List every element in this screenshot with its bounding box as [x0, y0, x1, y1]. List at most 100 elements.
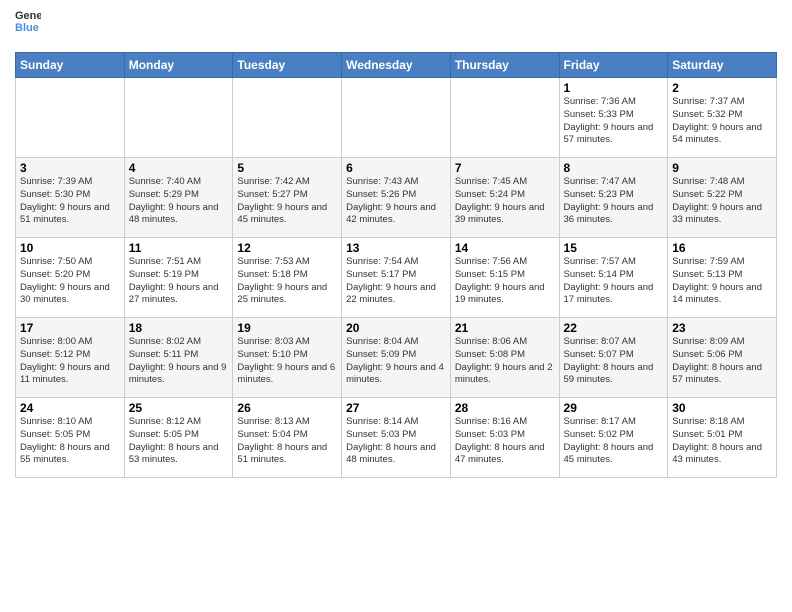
calendar: SundayMondayTuesdayWednesdayThursdayFrid… — [15, 52, 777, 478]
day-number: 24 — [20, 401, 120, 415]
weekday-header-thursday: Thursday — [450, 53, 559, 78]
weekday-header-wednesday: Wednesday — [342, 53, 451, 78]
day-cell: 10Sunrise: 7:50 AM Sunset: 5:20 PM Dayli… — [16, 238, 125, 318]
day-cell: 27Sunrise: 8:14 AM Sunset: 5:03 PM Dayli… — [342, 398, 451, 478]
day-info: Sunrise: 8:12 AM Sunset: 5:05 PM Dayligh… — [129, 416, 229, 467]
day-number: 6 — [346, 161, 446, 175]
day-cell: 23Sunrise: 8:09 AM Sunset: 5:06 PM Dayli… — [668, 318, 777, 398]
day-number: 4 — [129, 161, 229, 175]
page: General Blue SundayMondayTuesdayWednesda… — [0, 0, 792, 612]
week-row-1: 1Sunrise: 7:36 AM Sunset: 5:33 PM Daylig… — [16, 78, 777, 158]
day-number: 14 — [455, 241, 555, 255]
day-info: Sunrise: 7:42 AM Sunset: 5:27 PM Dayligh… — [237, 176, 337, 227]
day-cell: 9Sunrise: 7:48 AM Sunset: 5:22 PM Daylig… — [668, 158, 777, 238]
day-number: 28 — [455, 401, 555, 415]
day-number: 22 — [564, 321, 664, 335]
day-cell — [124, 78, 233, 158]
day-cell — [342, 78, 451, 158]
day-info: Sunrise: 7:40 AM Sunset: 5:29 PM Dayligh… — [129, 176, 229, 227]
day-number: 1 — [564, 81, 664, 95]
day-cell: 5Sunrise: 7:42 AM Sunset: 5:27 PM Daylig… — [233, 158, 342, 238]
day-cell: 22Sunrise: 8:07 AM Sunset: 5:07 PM Dayli… — [559, 318, 668, 398]
logo-icon: General Blue — [15, 10, 41, 46]
day-number: 12 — [237, 241, 337, 255]
day-info: Sunrise: 7:36 AM Sunset: 5:33 PM Dayligh… — [564, 96, 664, 147]
day-number: 15 — [564, 241, 664, 255]
day-info: Sunrise: 8:02 AM Sunset: 5:11 PM Dayligh… — [129, 336, 229, 387]
day-number: 3 — [20, 161, 120, 175]
day-number: 23 — [672, 321, 772, 335]
day-cell: 18Sunrise: 8:02 AM Sunset: 5:11 PM Dayli… — [124, 318, 233, 398]
day-cell — [233, 78, 342, 158]
day-info: Sunrise: 7:51 AM Sunset: 5:19 PM Dayligh… — [129, 256, 229, 307]
day-info: Sunrise: 7:54 AM Sunset: 5:17 PM Dayligh… — [346, 256, 446, 307]
day-info: Sunrise: 7:43 AM Sunset: 5:26 PM Dayligh… — [346, 176, 446, 227]
day-info: Sunrise: 8:04 AM Sunset: 5:09 PM Dayligh… — [346, 336, 446, 387]
day-cell: 30Sunrise: 8:18 AM Sunset: 5:01 PM Dayli… — [668, 398, 777, 478]
week-row-5: 24Sunrise: 8:10 AM Sunset: 5:05 PM Dayli… — [16, 398, 777, 478]
day-info: Sunrise: 8:16 AM Sunset: 5:03 PM Dayligh… — [455, 416, 555, 467]
day-info: Sunrise: 8:07 AM Sunset: 5:07 PM Dayligh… — [564, 336, 664, 387]
day-number: 11 — [129, 241, 229, 255]
day-cell: 24Sunrise: 8:10 AM Sunset: 5:05 PM Dayli… — [16, 398, 125, 478]
day-number: 25 — [129, 401, 229, 415]
logo: General Blue — [15, 10, 41, 46]
day-cell: 6Sunrise: 7:43 AM Sunset: 5:26 PM Daylig… — [342, 158, 451, 238]
day-number: 13 — [346, 241, 446, 255]
day-info: Sunrise: 8:14 AM Sunset: 5:03 PM Dayligh… — [346, 416, 446, 467]
day-number: 8 — [564, 161, 664, 175]
day-number: 21 — [455, 321, 555, 335]
weekday-header-sunday: Sunday — [16, 53, 125, 78]
day-cell: 20Sunrise: 8:04 AM Sunset: 5:09 PM Dayli… — [342, 318, 451, 398]
day-cell — [16, 78, 125, 158]
day-cell — [450, 78, 559, 158]
day-cell: 1Sunrise: 7:36 AM Sunset: 5:33 PM Daylig… — [559, 78, 668, 158]
day-cell: 7Sunrise: 7:45 AM Sunset: 5:24 PM Daylig… — [450, 158, 559, 238]
logo-wordmark: General Blue — [15, 10, 41, 46]
day-info: Sunrise: 8:17 AM Sunset: 5:02 PM Dayligh… — [564, 416, 664, 467]
day-info: Sunrise: 8:03 AM Sunset: 5:10 PM Dayligh… — [237, 336, 337, 387]
day-cell: 11Sunrise: 7:51 AM Sunset: 5:19 PM Dayli… — [124, 238, 233, 318]
day-info: Sunrise: 8:13 AM Sunset: 5:04 PM Dayligh… — [237, 416, 337, 467]
day-cell: 13Sunrise: 7:54 AM Sunset: 5:17 PM Dayli… — [342, 238, 451, 318]
day-number: 30 — [672, 401, 772, 415]
day-cell: 28Sunrise: 8:16 AM Sunset: 5:03 PM Dayli… — [450, 398, 559, 478]
day-number: 5 — [237, 161, 337, 175]
weekday-header-saturday: Saturday — [668, 53, 777, 78]
day-cell: 4Sunrise: 7:40 AM Sunset: 5:29 PM Daylig… — [124, 158, 233, 238]
day-cell: 3Sunrise: 7:39 AM Sunset: 5:30 PM Daylig… — [16, 158, 125, 238]
day-number: 9 — [672, 161, 772, 175]
day-info: Sunrise: 8:18 AM Sunset: 5:01 PM Dayligh… — [672, 416, 772, 467]
day-info: Sunrise: 7:53 AM Sunset: 5:18 PM Dayligh… — [237, 256, 337, 307]
day-info: Sunrise: 7:57 AM Sunset: 5:14 PM Dayligh… — [564, 256, 664, 307]
day-cell: 26Sunrise: 8:13 AM Sunset: 5:04 PM Dayli… — [233, 398, 342, 478]
day-number: 29 — [564, 401, 664, 415]
day-info: Sunrise: 8:06 AM Sunset: 5:08 PM Dayligh… — [455, 336, 555, 387]
day-number: 17 — [20, 321, 120, 335]
week-row-4: 17Sunrise: 8:00 AM Sunset: 5:12 PM Dayli… — [16, 318, 777, 398]
day-info: Sunrise: 7:37 AM Sunset: 5:32 PM Dayligh… — [672, 96, 772, 147]
day-number: 7 — [455, 161, 555, 175]
day-number: 19 — [237, 321, 337, 335]
day-number: 26 — [237, 401, 337, 415]
weekday-header-tuesday: Tuesday — [233, 53, 342, 78]
day-number: 27 — [346, 401, 446, 415]
week-row-3: 10Sunrise: 7:50 AM Sunset: 5:20 PM Dayli… — [16, 238, 777, 318]
header: General Blue — [15, 10, 777, 46]
day-number: 20 — [346, 321, 446, 335]
day-info: Sunrise: 7:39 AM Sunset: 5:30 PM Dayligh… — [20, 176, 120, 227]
day-cell: 16Sunrise: 7:59 AM Sunset: 5:13 PM Dayli… — [668, 238, 777, 318]
day-cell: 15Sunrise: 7:57 AM Sunset: 5:14 PM Dayli… — [559, 238, 668, 318]
day-cell: 29Sunrise: 8:17 AM Sunset: 5:02 PM Dayli… — [559, 398, 668, 478]
day-info: Sunrise: 7:59 AM Sunset: 5:13 PM Dayligh… — [672, 256, 772, 307]
weekday-header-monday: Monday — [124, 53, 233, 78]
day-info: Sunrise: 8:10 AM Sunset: 5:05 PM Dayligh… — [20, 416, 120, 467]
day-number: 18 — [129, 321, 229, 335]
day-number: 2 — [672, 81, 772, 95]
day-cell: 19Sunrise: 8:03 AM Sunset: 5:10 PM Dayli… — [233, 318, 342, 398]
day-info: Sunrise: 7:48 AM Sunset: 5:22 PM Dayligh… — [672, 176, 772, 227]
day-cell: 8Sunrise: 7:47 AM Sunset: 5:23 PM Daylig… — [559, 158, 668, 238]
day-number: 10 — [20, 241, 120, 255]
day-info: Sunrise: 7:56 AM Sunset: 5:15 PM Dayligh… — [455, 256, 555, 307]
week-row-2: 3Sunrise: 7:39 AM Sunset: 5:30 PM Daylig… — [16, 158, 777, 238]
